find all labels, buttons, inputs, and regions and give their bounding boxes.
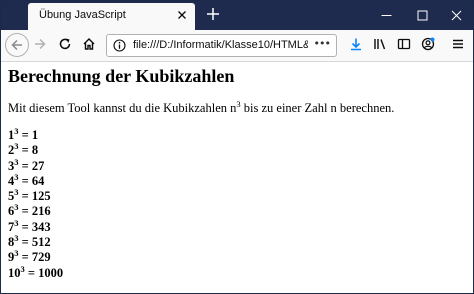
download-icon[interactable]	[345, 33, 369, 57]
maximize-icon[interactable]	[405, 1, 439, 30]
minimize-icon[interactable]	[369, 1, 403, 30]
result-value: = 125	[18, 189, 51, 204]
tab-close-icon[interactable]	[175, 8, 189, 22]
new-tab-icon[interactable]	[205, 6, 221, 22]
result-value: = 216	[18, 204, 51, 219]
library-icon[interactable]	[369, 33, 393, 57]
result-value: = 1	[18, 128, 39, 142]
result-value: = 27	[18, 158, 45, 173]
sidebar-icon[interactable]	[393, 33, 417, 57]
url-text: file:///D:/Informatik/Klasse10/HTML&Java…	[133, 39, 308, 51]
navigation-bar: file:///D:/Informatik/Klasse10/HTML&Java…	[1, 30, 473, 62]
result-base: 10	[8, 265, 21, 280]
result-value: = 64	[18, 173, 45, 188]
url-bar[interactable]: file:///D:/Informatik/Klasse10/HTML&Java…	[106, 34, 337, 57]
page-actions-icon[interactable]: •••	[314, 37, 331, 50]
reload-icon[interactable]	[54, 33, 78, 57]
tab-title: Übung JavaScript	[39, 9, 126, 21]
intro-text: Mit diesem Tool kannst du die Kubikzahle…	[8, 100, 395, 116]
menu-icon[interactable]	[447, 33, 471, 57]
result-value: = 1000	[24, 265, 64, 280]
page-title: Berechnung der Kubikzahlen	[8, 66, 235, 86]
close-window-icon[interactable]	[439, 1, 473, 30]
info-icon[interactable]	[113, 39, 126, 52]
intro-text-start: Mit diesem Tool kannst du die Kubikzahle…	[8, 101, 237, 115]
result-value: = 8	[18, 143, 39, 158]
result-value: = 512	[18, 235, 51, 250]
results-list: 13 = 1 23 = 8 33 = 27 43 = 64 53 = 125 6…	[8, 127, 64, 281]
intro-text-end: bis zu einer Zahl n berechnen.	[240, 101, 395, 115]
result-line: 93 = 729	[8, 249, 63, 265]
result-line: 103 = 1000	[8, 264, 64, 281]
home-icon[interactable]	[78, 33, 102, 57]
account-icon[interactable]	[417, 33, 441, 57]
tab-bar: Übung JavaScript	[1, 1, 473, 30]
page-content: Berechnung der Kubikzahlen Mit diesem To…	[1, 63, 473, 293]
forward-arrow-icon[interactable]	[29, 33, 53, 57]
result-value: = 343	[18, 219, 51, 234]
back-arrow-icon[interactable]	[5, 33, 29, 57]
result-value: = 729	[18, 250, 51, 265]
browser-window: Übung JavaScript file:///D:/Informatik/K…	[0, 0, 474, 294]
tab-active[interactable]: Übung JavaScript	[28, 3, 195, 30]
